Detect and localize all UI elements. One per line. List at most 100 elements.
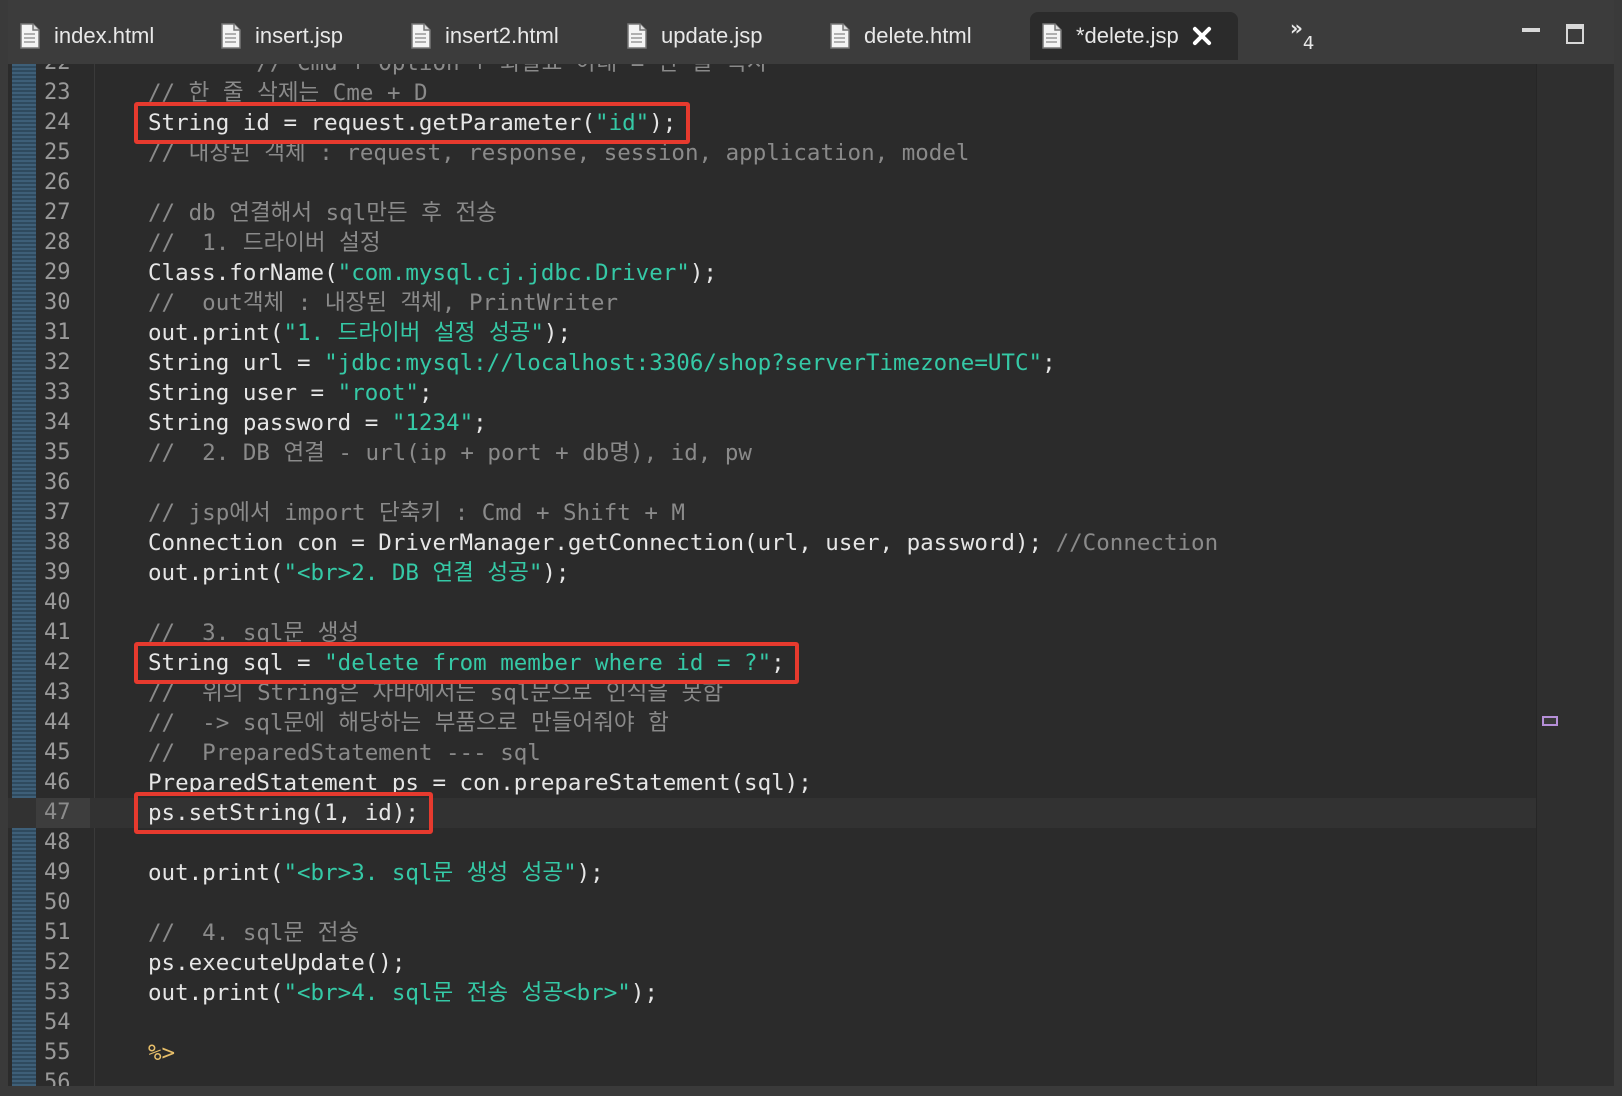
line-number: 42 [44, 650, 71, 675]
comment-text: // 3. sql문 생성 [148, 620, 360, 646]
string-literal: "id" [595, 110, 650, 136]
code-line[interactable]: 55 %> [8, 1038, 1614, 1068]
tab-delete-jsp[interactable]: *delete.jsp [1030, 12, 1238, 60]
line-number: 43 [44, 680, 71, 705]
code-text: // 내장된 객체 : request, response, session, … [148, 138, 969, 168]
tab-label: *delete.jsp [1076, 23, 1179, 48]
line-number: 55 [44, 1040, 71, 1065]
code-line[interactable]: 30 // out객체 : 내장된 객체, PrintWriter [8, 288, 1614, 318]
code-line[interactable]: 36 [8, 468, 1614, 498]
code-line[interactable]: 27 // db 연결해서 sql만든 후 전송 [8, 198, 1614, 228]
code-token: out.print( [148, 980, 284, 1006]
minimize-icon[interactable] [1522, 28, 1540, 32]
line-number: 22 [36, 64, 90, 78]
line-number: 34 [44, 410, 71, 435]
code-line[interactable]: 33 String user = "root"; [8, 378, 1614, 408]
comment-text: // 한 줄 삭제는 Cme + D [148, 80, 428, 106]
tab-overflow-button[interactable]: »4 [1290, 16, 1314, 54]
ruler-marker[interactable] [1542, 716, 1558, 726]
code-line[interactable]: 25 // 내장된 객체 : request, response, session… [8, 138, 1614, 168]
code-line[interactable]: 26 [8, 168, 1614, 198]
code-text: // out객체 : 내장된 객체, PrintWriter [148, 288, 618, 318]
code-line[interactable]: 51 // 4. sql문 전송 [8, 918, 1614, 948]
line-number: 40 [44, 590, 71, 615]
tab-index-html[interactable]: index.html [20, 12, 154, 60]
close-icon[interactable] [1191, 25, 1213, 47]
code-text: ps.executeUpdate(); [148, 948, 405, 978]
code-token: ); [649, 110, 677, 136]
tab-label: delete.html [864, 23, 972, 48]
line-number: 53 [44, 980, 71, 1005]
code-text: String url = "jdbc:mysql://localhost:330… [148, 348, 1056, 378]
overflow-count: 4 [1302, 33, 1315, 54]
code-line[interactable]: 45 // PreparedStatement --- sql [8, 738, 1614, 768]
code-text: %> [148, 1038, 175, 1068]
editor-window: index.html insert.jsp insert2.html updat… [8, 0, 1614, 1096]
code-token: out.print( [148, 320, 284, 346]
code-line[interactable]: 24 String id = request.getParameter("id")… [8, 108, 1614, 138]
line-number: 54 [44, 1010, 71, 1035]
code-text: // -> sql문에 해당하는 부품으로 만들어줘야 함 [148, 708, 669, 738]
code-text: Connection con = DriverManager.getConnec… [148, 528, 1218, 558]
code-token: ); [542, 560, 570, 586]
code-text: // 2. DB 연결 - url(ip + port + db명), id, … [148, 438, 752, 468]
overview-ruler[interactable] [1536, 64, 1614, 1086]
code-line[interactable]: 37 // jsp에서 import 단축키 : Cmd + Shift + M [8, 498, 1614, 528]
code-editor[interactable]: 22 // Cmd + Option + 화살표 아래 = 한 줄 복사 23 //… [8, 64, 1614, 1086]
code-line[interactable]: 44 // -> sql문에 해당하는 부품으로 만들어줘야 함 [8, 708, 1614, 738]
code-line[interactable]: 50 [8, 888, 1614, 918]
code-line[interactable]: 43 // 위의 String은 자바에서는 sql문으로 인식을 못함 [8, 678, 1614, 708]
tab-label: index.html [54, 23, 155, 48]
editor-tab-bar: index.html insert.jsp insert2.html updat… [8, 0, 1614, 65]
code-token: String user = [148, 380, 338, 406]
line-number: 29 [44, 260, 71, 285]
code-line[interactable]: 34 String password = "1234"; [8, 408, 1614, 438]
code-line[interactable]: 32 String url = "jdbc:mysql://localhost:3… [8, 348, 1614, 378]
code-text: // 3. sql문 생성 [148, 618, 359, 648]
code-line[interactable]: 29 Class.forName("com.mysql.cj.jdbc.Drive… [8, 258, 1614, 288]
code-text: Class.forName("com.mysql.cj.jdbc.Driver"… [148, 258, 717, 288]
tab-delete-html[interactable]: delete.html [830, 12, 972, 60]
code-token: ); [630, 980, 658, 1006]
tab-update-jsp[interactable]: update.jsp [627, 12, 763, 60]
code-line[interactable]: 49 out.print("<br>3. sql문 생성 성공"); [8, 858, 1614, 888]
file-doc-icon [20, 23, 40, 49]
code-line[interactable]: 42 String sql = "delete from member where… [8, 648, 1614, 678]
code-line[interactable]: 48 [8, 828, 1614, 858]
maximize-icon[interactable] [1566, 24, 1584, 44]
code-line[interactable]: 54 [8, 1008, 1614, 1038]
code-text: // 1. 드라이버 설정 [148, 228, 381, 258]
line-number: 32 [44, 350, 71, 375]
code-line[interactable]: 38 Connection con = DriverManager.getConn… [8, 528, 1614, 558]
code-line[interactable]: 53 out.print("<br>4. sql문 전송 성공<br>"); [8, 978, 1614, 1008]
code-line[interactable]: 52 ps.executeUpdate(); [8, 948, 1614, 978]
code-line[interactable]: 47 ps.setString(1, id); [8, 798, 1614, 828]
code-line[interactable]: 46 PreparedStatement ps = con.prepareStat… [8, 768, 1614, 798]
code-text: // 한 줄 삭제는 Cme + D [148, 78, 428, 108]
code-line[interactable]: 28 // 1. 드라이버 설정 [8, 228, 1614, 258]
code-token: out.print( [148, 860, 284, 886]
string-literal: "root" [337, 380, 419, 406]
comment-text: // 2. DB 연결 - url(ip + port + db명), id, … [148, 440, 752, 466]
code-text: // 위의 String은 자바에서는 sql문으로 인식을 못함 [148, 678, 723, 708]
code-token: ; [771, 650, 785, 676]
code-token: String password = [148, 410, 392, 436]
code-line[interactable]: 56 [8, 1068, 1614, 1086]
code-line[interactable]: 31 out.print("1. 드라이버 설정 성공"); [8, 318, 1614, 348]
line-number: 44 [44, 710, 71, 735]
code-line[interactable]: 40 [8, 588, 1614, 618]
file-doc-icon [830, 23, 850, 49]
code-line[interactable]: 23 // 한 줄 삭제는 Cme + D [8, 78, 1614, 108]
code-line[interactable]: 22 // Cmd + Option + 화살표 아래 = 한 줄 복사 [8, 64, 1614, 78]
line-number: 24 [44, 110, 71, 135]
file-doc-icon [1042, 23, 1062, 49]
line-number: 49 [44, 860, 71, 885]
jsp-tag: %> [148, 1040, 176, 1066]
code-line[interactable]: 39 out.print("<br>2. DB 연결 성공"); [8, 558, 1614, 588]
code-line[interactable]: 41 // 3. sql문 생성 [8, 618, 1614, 648]
tab-insert2-html[interactable]: insert2.html [411, 12, 559, 60]
code-token: String url = [148, 350, 325, 376]
code-text: // jsp에서 import 단축키 : Cmd + Shift + M [148, 498, 685, 528]
code-line[interactable]: 35 // 2. DB 연결 - url(ip + port + db명), id… [8, 438, 1614, 468]
tab-insert-jsp[interactable]: insert.jsp [221, 12, 343, 60]
